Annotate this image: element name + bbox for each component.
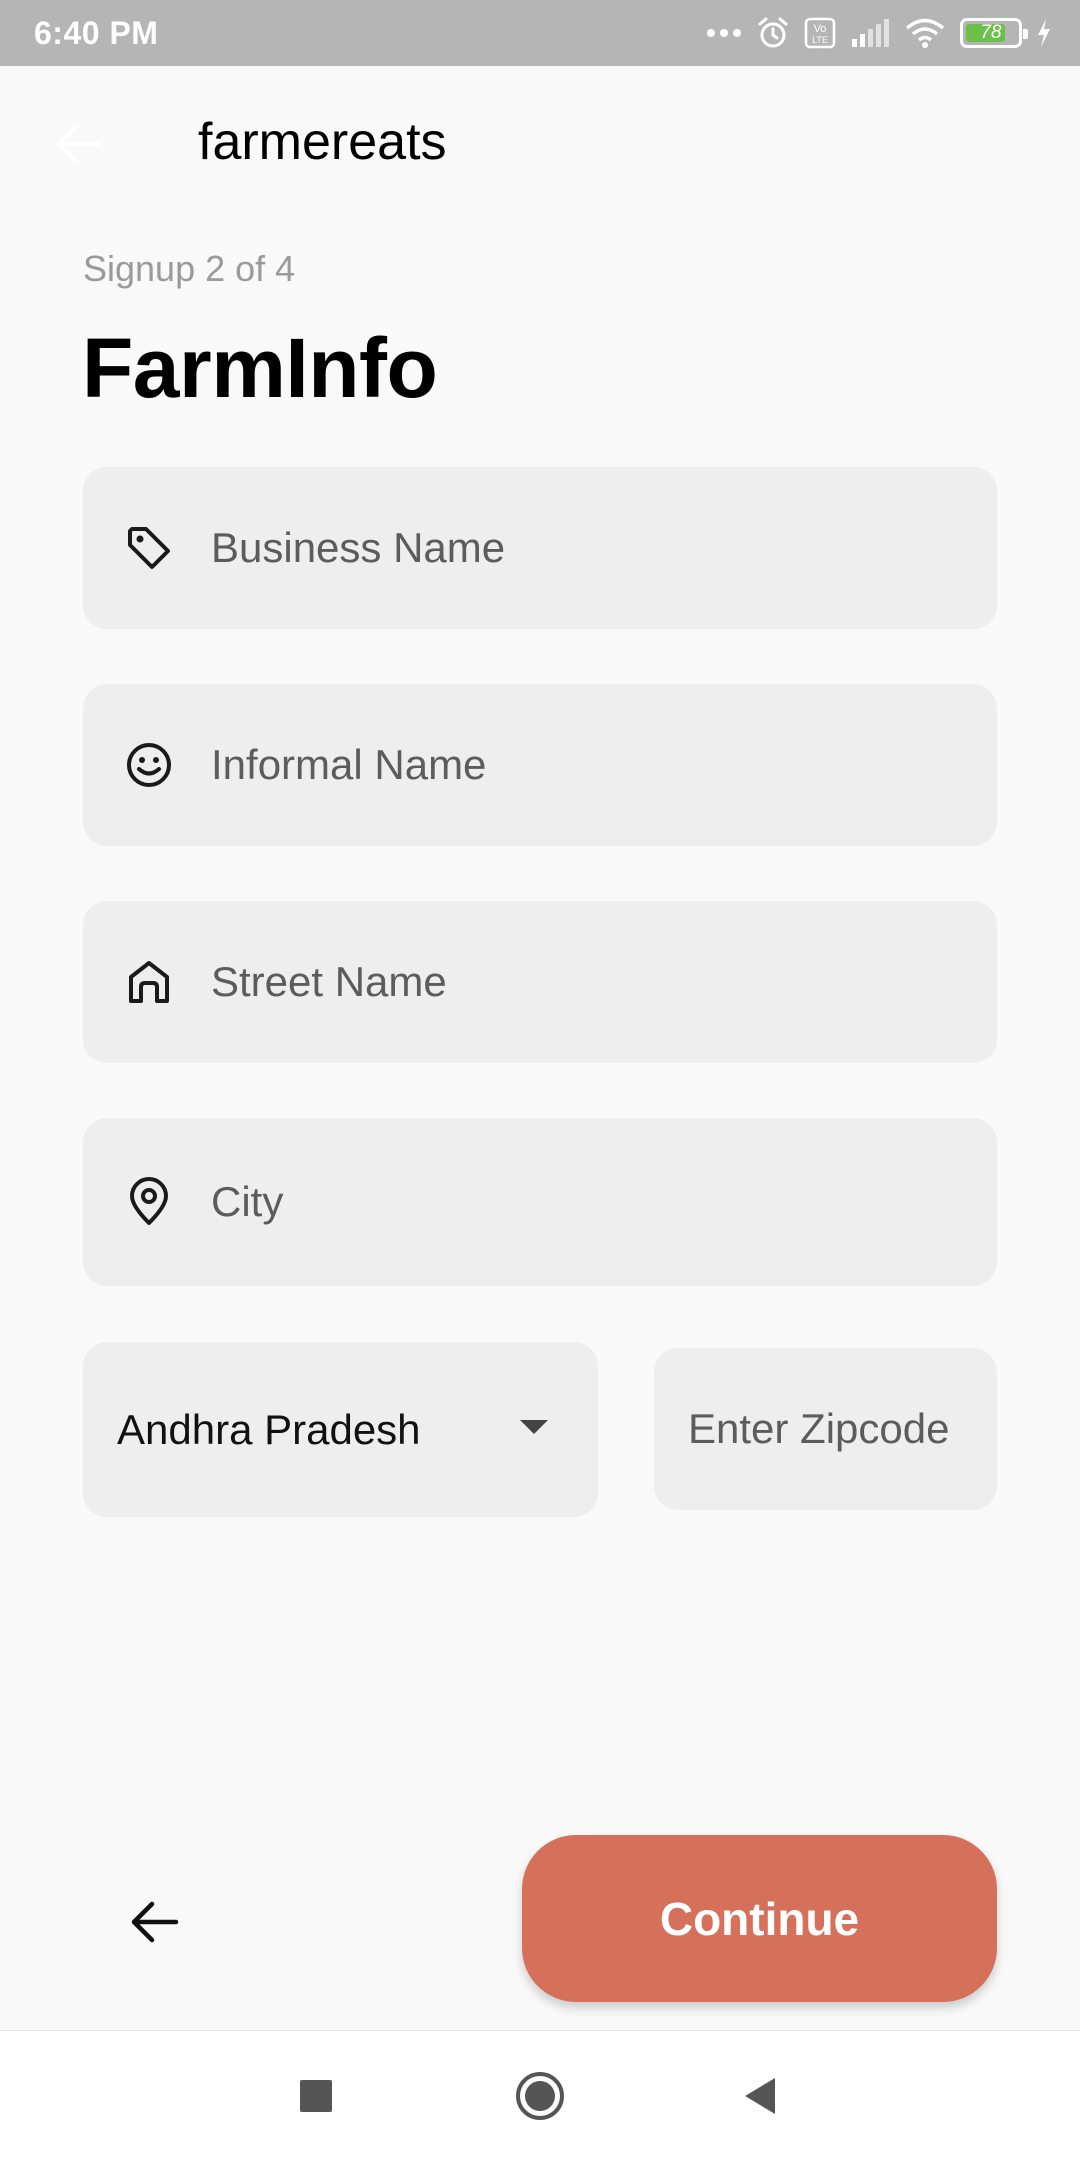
smiley-icon: [121, 737, 177, 793]
tag-icon: [121, 520, 177, 576]
state-dropdown[interactable]: Andhra Pradesh: [83, 1342, 598, 1517]
status-bar: 6:40 PM Vo LTE 78: [0, 0, 1080, 66]
arrow-left-icon: [57, 126, 101, 162]
step-indicator: Signup 2 of 4: [83, 248, 296, 289]
back-button[interactable]: [710, 2031, 810, 2160]
informal-name-field[interactable]: Informal Name: [83, 684, 997, 846]
alarm-icon: [756, 16, 790, 50]
status-icons: Vo LTE 78: [706, 16, 1052, 50]
wifi-icon: [904, 17, 946, 49]
battery-level: 78: [980, 22, 1002, 43]
app-title: farmereats: [198, 113, 447, 171]
state-selected-value: Andhra Pradesh: [117, 1405, 421, 1453]
business-name-field[interactable]: Business Name: [83, 467, 997, 629]
page-title: FarmInfo: [82, 321, 438, 415]
status-time: 6:40 PM: [34, 14, 159, 51]
svg-text:LTE: LTE: [812, 35, 828, 45]
system-nav-bar: [0, 2030, 1080, 2160]
volte-icon: Vo LTE: [804, 17, 836, 49]
dropdown-arrow-icon: [518, 1418, 550, 1441]
previous-step-button[interactable]: [122, 1890, 186, 1954]
back-triangle-icon: [745, 2078, 775, 2114]
zipcode-input[interactable]: Enter Zipcode: [654, 1348, 997, 1510]
home-circle-icon: [516, 2072, 564, 2120]
home-button[interactable]: [490, 2031, 590, 2160]
arrow-left-icon: [131, 1901, 179, 1943]
informal-name-placeholder: Informal Name: [211, 741, 487, 788]
city-placeholder: City: [211, 1178, 284, 1225]
continue-button[interactable]: Continue: [522, 1835, 997, 2002]
charging-icon: [1036, 18, 1052, 48]
recents-square-icon: [300, 2080, 332, 2112]
recents-button[interactable]: [266, 2031, 366, 2160]
more-dots-icon: [706, 27, 742, 39]
home-icon: [121, 954, 177, 1010]
app-bar-back-button[interactable]: [50, 116, 106, 172]
city-field[interactable]: City: [83, 1118, 997, 1286]
svg-text:Vo: Vo: [814, 23, 827, 35]
street-name-placeholder: Street Name: [211, 958, 447, 1005]
battery-tip: [1023, 29, 1028, 39]
battery-icon: 78: [960, 18, 1028, 48]
zipcode-placeholder: Enter Zipcode: [688, 1405, 950, 1452]
street-name-field[interactable]: Street Name: [83, 901, 997, 1063]
business-name-placeholder: Business Name: [211, 524, 506, 571]
signal-icon: [850, 17, 890, 49]
location-pin-icon: [121, 1174, 177, 1230]
app-bar: farmereats: [0, 66, 1080, 224]
